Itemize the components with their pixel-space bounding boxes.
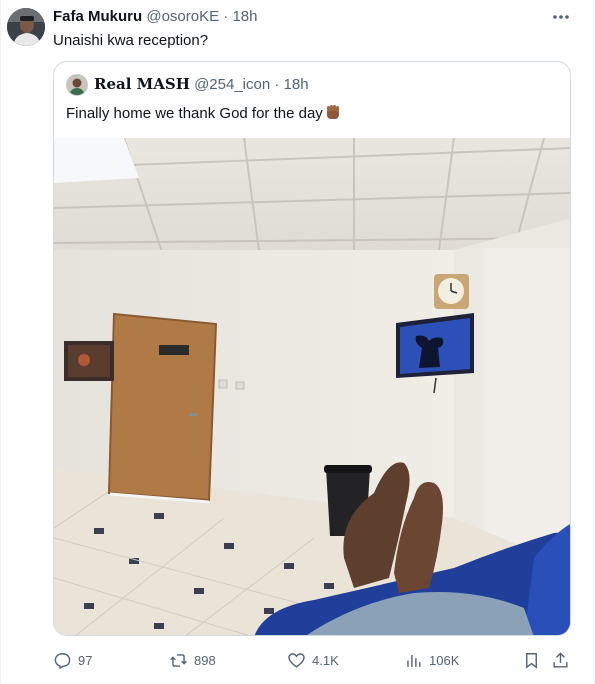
share-button[interactable] (551, 646, 570, 674)
quoted-separator: · (274, 76, 280, 93)
like-count: 4.1K (312, 652, 339, 668)
quoted-tweet[interactable]: Real MASH @254_icon · 18h Finally home w… (53, 61, 571, 636)
tweet-actions: 97 898 4.1K 106K (1, 646, 595, 674)
tweet-photo[interactable] (54, 137, 570, 635)
bookmark-icon (526, 652, 537, 669)
author-name[interactable]: Fafa Mukuru (53, 8, 142, 25)
reply-count: 97 (78, 652, 93, 668)
author-handle[interactable]: @osoroKE (146, 8, 219, 25)
user-avatar-icon (7, 8, 45, 46)
retweet-count: 898 (194, 652, 216, 668)
quoted-text-line: Finally home we thank God for the day (66, 103, 342, 126)
more-options-button[interactable] (551, 8, 571, 26)
tweet-header: Fafa Mukuru @osoroKE · 18h (53, 8, 258, 26)
quoted-author-handle[interactable]: @254_icon (194, 76, 270, 93)
tweet-time[interactable]: 18h (232, 8, 257, 25)
views-icon (407, 654, 421, 667)
view-count: 106K (429, 652, 460, 668)
reply-button[interactable]: 97 (53, 646, 92, 674)
quoted-time[interactable]: 18h (284, 76, 309, 93)
quoted-author-name[interactable]: Real MASH (94, 75, 190, 93)
bookmark-button[interactable] (522, 646, 541, 674)
reply-icon (54, 652, 71, 669)
like-button[interactable]: 4.1K (287, 646, 339, 674)
separator: · (223, 8, 229, 25)
tweet-text: Unaishi kwa reception? (53, 32, 209, 49)
hospital-waiting-room-photo-icon (54, 137, 570, 635)
quoted-avatar-icon (67, 75, 87, 95)
quoted-header: Real MASH @254_icon · 18h (94, 75, 309, 94)
quoted-text: Finally home we thank God for the day (66, 105, 323, 122)
retweet-button[interactable]: 898 (169, 646, 216, 674)
raised-fist-icon (324, 103, 342, 126)
quoted-author-avatar[interactable] (66, 74, 88, 96)
more-icon (553, 15, 569, 19)
tweet-card[interactable]: Fafa Mukuru @osoroKE · 18h Unaishi kwa r… (0, 0, 595, 684)
retweet-icon (170, 653, 187, 667)
heart-icon (288, 652, 305, 668)
views-button[interactable]: 106K (404, 646, 459, 674)
share-icon (553, 651, 568, 668)
author-avatar[interactable] (7, 8, 45, 46)
